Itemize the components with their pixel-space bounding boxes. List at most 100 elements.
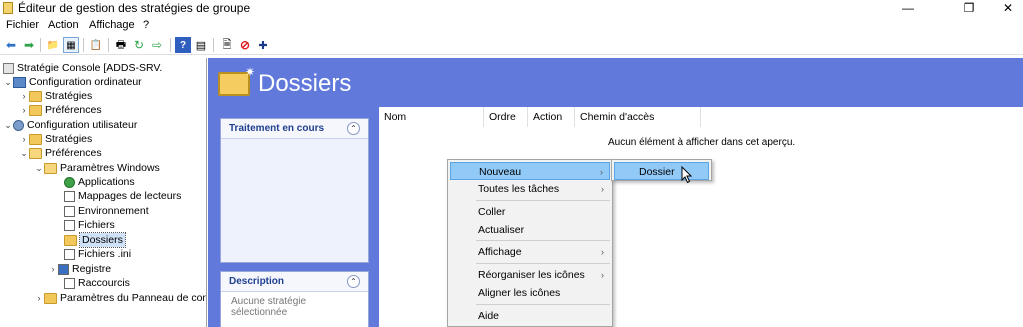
tree-label: Registre — [72, 263, 112, 275]
menu-item-new-folder[interactable]: Dossier — [614, 162, 709, 180]
submenu-arrow-icon: › — [600, 167, 603, 177]
tree-ini-files[interactable]: Fichiers .ini — [54, 247, 131, 261]
toolbar: ⬅ ➡ 📁 ▦ 📋 🖶 ↻ ⇨ ? ▤ 🗎 ⊘ ✚ — [0, 35, 1023, 55]
folder-icon — [29, 90, 42, 102]
menu-item-view[interactable]: Affichage › — [450, 243, 610, 261]
menu-item-align-icons[interactable]: Aligner les icônes — [450, 284, 610, 302]
expand-icon[interactable]: ⌄ — [3, 75, 13, 89]
close-button[interactable]: ✕ — [985, 0, 1023, 16]
menu-affichage[interactable]: Affichage — [89, 19, 135, 31]
collapse-icon[interactable]: › — [19, 132, 29, 146]
console-icon[interactable]: ▤ — [193, 37, 209, 53]
tree-windows-params[interactable]: ⌄ Paramètres Windows — [34, 161, 160, 175]
details-pane: Dossiers Traitement en cours ⌃ Descripti… — [208, 58, 1023, 327]
menu-separator — [476, 304, 610, 305]
description-panel-header[interactable]: Description ⌃ — [221, 272, 368, 292]
menu-separator — [476, 263, 610, 264]
files-icon — [64, 219, 75, 231]
new-doc-icon[interactable]: 🗎 — [219, 37, 235, 53]
drive-map-icon — [64, 190, 75, 202]
toolbar-separator — [170, 38, 171, 52]
column-header-path[interactable]: Chemin d'accès — [575, 107, 701, 127]
tree-label: Préférences — [45, 147, 102, 159]
column-header-order[interactable]: Ordre — [484, 107, 528, 127]
tree-shortcuts[interactable]: Raccourcis — [54, 276, 130, 290]
properties-icon[interactable]: 📋 — [88, 37, 104, 53]
tree-label: Paramètres du Panneau de config — [60, 292, 207, 304]
refresh-icon[interactable]: ↻ — [131, 37, 147, 53]
user-icon — [13, 119, 24, 131]
stop-icon[interactable]: ⊘ — [237, 37, 253, 53]
tree-registry[interactable]: › Registre — [48, 262, 112, 276]
description-panel: Description ⌃ Aucune stratégie sélection… — [220, 271, 369, 327]
menu-item-all-tasks[interactable]: Toutes les tâches › — [450, 180, 610, 198]
tree-label: Stratégies — [45, 90, 93, 102]
collapse-chevron-icon[interactable]: ⌃ — [347, 122, 360, 135]
mouse-cursor-icon — [681, 166, 693, 184]
collapse-icon[interactable]: › — [48, 262, 58, 276]
collapse-icon[interactable]: › — [19, 103, 29, 117]
tree-cc-preferences[interactable]: › Préférences — [19, 103, 102, 117]
menu-item-new[interactable]: Nouveau › — [450, 162, 610, 180]
registry-icon — [58, 263, 69, 275]
collapse-chevron-icon[interactable]: ⌃ — [347, 275, 360, 288]
title-bar: Éditeur de gestion des stratégies de gro… — [0, 0, 1023, 16]
menu-fichier[interactable]: Fichier — [6, 19, 39, 31]
tree-label: Préférences — [45, 104, 102, 116]
print-icon[interactable]: 🖶 — [113, 37, 129, 53]
tree-root[interactable]: Stratégie Console [ADDS-SRV. — [3, 61, 162, 75]
menu-bar: Fichier Action Affichage ? — [0, 17, 1023, 35]
tree-drive-maps[interactable]: Mappages de lecteurs — [54, 189, 181, 203]
column-header-name[interactable]: Nom — [379, 107, 484, 127]
processing-panel: Traitement en cours ⌃ — [220, 118, 369, 263]
menu-item-help[interactable]: Aide — [450, 307, 610, 325]
tree-label-selected: Dossiers — [79, 232, 126, 248]
add-icon[interactable]: ✚ — [255, 37, 271, 53]
description-title: Description — [229, 276, 285, 287]
menu-separator — [476, 240, 610, 241]
gpo-editor-icon — [3, 2, 13, 14]
minimize-button[interactable]: — — [885, 0, 931, 16]
tree-applications[interactable]: Applications — [54, 175, 135, 189]
tree-label: Applications — [78, 176, 135, 188]
menu-item-paste[interactable]: Coller — [450, 203, 610, 221]
menu-item-label: Coller — [478, 206, 506, 218]
tree-uc-strategies[interactable]: › Stratégies — [19, 132, 93, 146]
export-icon[interactable]: ⇨ — [149, 37, 165, 53]
menu-action[interactable]: Action — [48, 19, 79, 31]
tree-label: Mappages de lecteurs — [78, 190, 182, 202]
back-icon[interactable]: ⬅ — [3, 37, 19, 53]
column-header-action[interactable]: Action — [528, 107, 575, 127]
folder-icon — [29, 104, 42, 116]
processing-panel-header[interactable]: Traitement en cours ⌃ — [221, 119, 368, 139]
menu-item-refresh[interactable]: Actualiser — [450, 221, 610, 239]
menu-item-label: Réorganiser les icônes — [478, 269, 585, 281]
tree-files[interactable]: Fichiers — [54, 218, 115, 232]
tree-cc-strategies[interactable]: › Stratégies — [19, 89, 93, 103]
expand-icon[interactable]: ⌄ — [3, 118, 13, 132]
show-tree-icon[interactable]: ▦ — [63, 37, 79, 53]
tree-label: Stratégies — [45, 133, 93, 145]
folders-icon — [64, 234, 77, 246]
tree-uc-preferences[interactable]: ⌄ Préférences — [19, 146, 102, 160]
tree-folders[interactable]: Dossiers — [54, 232, 126, 248]
collapse-icon[interactable]: › — [34, 291, 44, 305]
menu-item-arrange-icons[interactable]: Réorganiser les icônes › — [450, 266, 610, 284]
expand-icon[interactable]: ⌄ — [34, 161, 44, 175]
collapse-icon[interactable]: › — [19, 89, 29, 103]
toolbar-separator — [213, 38, 214, 52]
tree-user-config[interactable]: ⌄ Configuration utilisateur — [3, 118, 137, 132]
help-icon[interactable]: ? — [175, 37, 191, 53]
shortcut-icon — [64, 277, 75, 289]
empty-message: Aucun élément à afficher dans cet aperçu… — [608, 137, 796, 148]
tree-environment[interactable]: Environnement — [54, 204, 149, 218]
menu-item-label: Nouveau — [479, 166, 522, 178]
menu-separator — [476, 200, 610, 201]
tree-computer-config[interactable]: ⌄ Configuration ordinateur — [3, 75, 142, 89]
tree-control-panel[interactable]: › Paramètres du Panneau de config — [34, 291, 207, 305]
up-folder-icon[interactable]: 📁 — [45, 37, 61, 53]
forward-icon[interactable]: ➡ — [21, 37, 37, 53]
menu-help[interactable]: ? — [143, 19, 149, 31]
tree-label: Configuration ordinateur — [29, 76, 142, 88]
expand-icon[interactable]: ⌄ — [19, 146, 29, 160]
